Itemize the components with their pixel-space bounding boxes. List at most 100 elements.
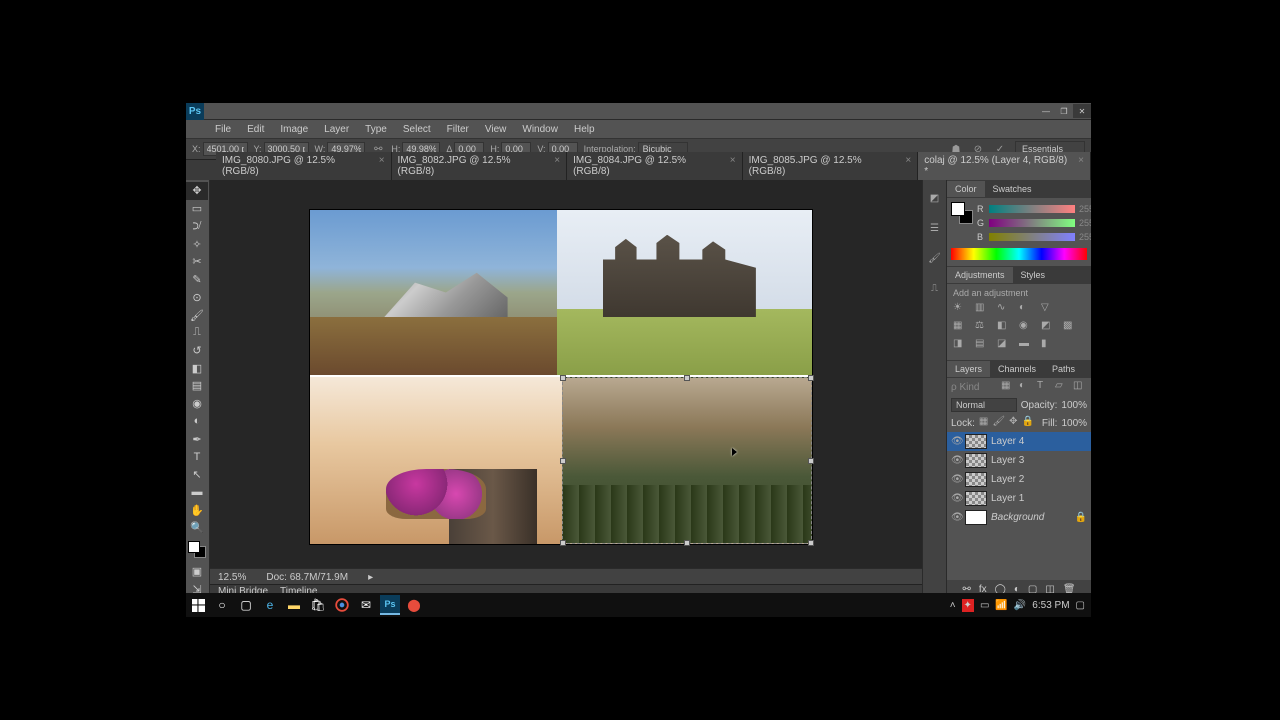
edge-icon[interactable]: e — [258, 593, 282, 617]
visibility-icon[interactable]: 👁 — [951, 493, 961, 504]
transform-handle[interactable] — [808, 458, 814, 464]
lasso-tool[interactable]: ⟉ — [186, 217, 208, 235]
marquee-tool[interactable]: ▭ — [186, 200, 208, 218]
layer-row[interactable]: 👁Layer 1 — [947, 489, 1091, 508]
panel-tab-swatches[interactable]: Swatches — [985, 181, 1040, 197]
panel-tab-color[interactable]: Color — [947, 181, 985, 197]
menu-window[interactable]: Window — [515, 122, 565, 137]
close-button[interactable]: ✕ — [1073, 104, 1091, 118]
menu-filter[interactable]: Filter — [440, 122, 476, 137]
wand-tool[interactable]: ✧ — [186, 235, 208, 253]
filter-pixel-icon[interactable]: ▦ — [1001, 380, 1015, 394]
b-value[interactable]: 255 — [1079, 232, 1087, 242]
lock-pixel-icon[interactable]: 🖌 — [992, 416, 1005, 430]
canvas-area[interactable]: 12.5% Doc: 68.7M/71.9M ▸ Mini BridgeTime… — [210, 180, 922, 598]
status-arrow-icon[interactable]: ▸ — [368, 572, 373, 583]
menu-edit[interactable]: Edit — [240, 122, 271, 137]
mail-icon[interactable]: ✉ — [354, 593, 378, 617]
menu-select[interactable]: Select — [396, 122, 438, 137]
filter-shape-icon[interactable]: ▱ — [1055, 380, 1069, 394]
menu-view[interactable]: View — [478, 122, 514, 137]
panel-tab-channels[interactable]: Channels — [990, 361, 1044, 377]
tab-close-icon[interactable]: × — [1078, 155, 1084, 177]
invert-icon[interactable]: ◨ — [953, 338, 967, 352]
tray-app-icon[interactable]: ✦ — [962, 599, 974, 612]
threshold-icon[interactable]: ◪ — [997, 338, 1011, 352]
brightness-icon[interactable]: ☀ — [953, 302, 967, 316]
menu-help[interactable]: Help — [567, 122, 602, 137]
tab-close-icon[interactable]: × — [730, 155, 736, 177]
clone-panel-icon[interactable]: ⎍ — [927, 280, 943, 296]
filter-kind[interactable]: ρ Kind — [951, 382, 979, 393]
menu-layer[interactable]: Layer — [317, 122, 356, 137]
cortana-icon[interactable]: ○ — [210, 593, 234, 617]
eyedropper-tool[interactable]: ✎ — [186, 271, 208, 289]
lock-all-icon[interactable]: 🔒 — [1021, 416, 1033, 430]
layer-row[interactable]: 👁Layer 4 — [947, 432, 1091, 451]
transform-handle[interactable] — [560, 458, 566, 464]
dodge-tool[interactable]: ◐ — [186, 413, 208, 431]
panel-tab-layers[interactable]: Layers — [947, 361, 990, 377]
transform-handle[interactable] — [684, 540, 690, 546]
chrome-icon[interactable] — [330, 593, 354, 617]
g-value[interactable]: 255 — [1079, 218, 1087, 228]
document-tab[interactable]: IMG_8085.JPG @ 12.5% (RGB/8)× — [743, 152, 919, 180]
hue-icon[interactable]: ▦ — [953, 320, 967, 334]
visibility-icon[interactable]: 👁 — [951, 512, 961, 523]
tab-close-icon[interactable]: × — [554, 155, 560, 177]
gradientmap-icon[interactable]: ▬ — [1019, 338, 1033, 352]
quickmask-tool[interactable]: ▣ — [186, 562, 208, 580]
menu-file[interactable]: File — [208, 122, 238, 137]
b-slider[interactable] — [989, 233, 1075, 241]
explorer-icon[interactable]: ▬ — [282, 593, 306, 617]
history-brush-tool[interactable]: ↺ — [186, 342, 208, 360]
volume-icon[interactable]: 🔊 — [1014, 600, 1026, 611]
move-tool[interactable]: ✥ — [186, 182, 208, 200]
tray-up-icon[interactable]: ˄ — [950, 600, 956, 611]
hand-tool[interactable]: ✋ — [186, 501, 208, 519]
actions-icon[interactable]: ☰ — [927, 220, 943, 236]
brush-tool[interactable]: 🖌 — [186, 306, 208, 324]
color-swatch[interactable] — [188, 541, 206, 559]
crop-tool[interactable]: ✂ — [186, 253, 208, 271]
filter-type-icon[interactable]: T — [1037, 380, 1051, 394]
record-icon[interactable]: ⬤ — [402, 593, 426, 617]
zoom-level[interactable]: 12.5% — [218, 572, 246, 583]
layer-row[interactable]: 👁Layer 3 — [947, 451, 1091, 470]
levels-icon[interactable]: ▥ — [975, 302, 989, 316]
filter-adj-icon[interactable]: ◐ — [1019, 380, 1033, 394]
visibility-icon[interactable]: 👁 — [951, 474, 961, 485]
transform-handle[interactable] — [560, 375, 566, 381]
layer-row[interactable]: 👁Layer 2 — [947, 470, 1091, 489]
document-tab[interactable]: IMG_8080.JPG @ 12.5% (RGB/8)× — [216, 152, 392, 180]
panel-tab-styles[interactable]: Styles — [1013, 267, 1054, 283]
minimize-button[interactable]: — — [1037, 104, 1055, 118]
tab-close-icon[interactable]: × — [905, 155, 911, 177]
history-icon[interactable]: ◩ — [927, 190, 943, 206]
start-button[interactable] — [186, 593, 210, 617]
healing-tool[interactable]: ⊙ — [186, 288, 208, 306]
filter-smart-icon[interactable]: ◫ — [1073, 380, 1087, 394]
battery-icon[interactable]: ▭ — [980, 600, 989, 611]
color-swatch-main[interactable] — [951, 202, 973, 224]
blend-mode-select[interactable]: Normal — [951, 398, 1017, 412]
lock-pos-icon[interactable]: ✥ — [1009, 416, 1017, 430]
store-icon[interactable]: 🛍 — [306, 593, 330, 617]
layer-row[interactable]: 👁Background🔒 — [947, 508, 1091, 527]
colorlookup-icon[interactable]: ▩ — [1063, 320, 1077, 334]
zoom-tool[interactable]: 🔍 — [186, 519, 208, 537]
visibility-icon[interactable]: 👁 — [951, 436, 961, 447]
document-tab[interactable]: colaj @ 12.5% (Layer 4, RGB/8) *× — [918, 152, 1091, 180]
bw-icon[interactable]: ◧ — [997, 320, 1011, 334]
channelmixer-icon[interactable]: ◩ — [1041, 320, 1055, 334]
selective-icon[interactable]: ▮ — [1041, 338, 1055, 352]
eraser-tool[interactable]: ◧ — [186, 359, 208, 377]
tab-close-icon[interactable]: × — [379, 155, 385, 177]
transform-handle[interactable] — [808, 540, 814, 546]
r-value[interactable]: 255 — [1079, 204, 1087, 214]
notifications-icon[interactable]: ▢ — [1076, 600, 1085, 611]
blur-tool[interactable]: ◉ — [186, 395, 208, 413]
r-slider[interactable] — [989, 205, 1075, 213]
clock[interactable]: 6:53 PM — [1032, 600, 1069, 611]
type-tool[interactable]: T — [186, 448, 208, 466]
